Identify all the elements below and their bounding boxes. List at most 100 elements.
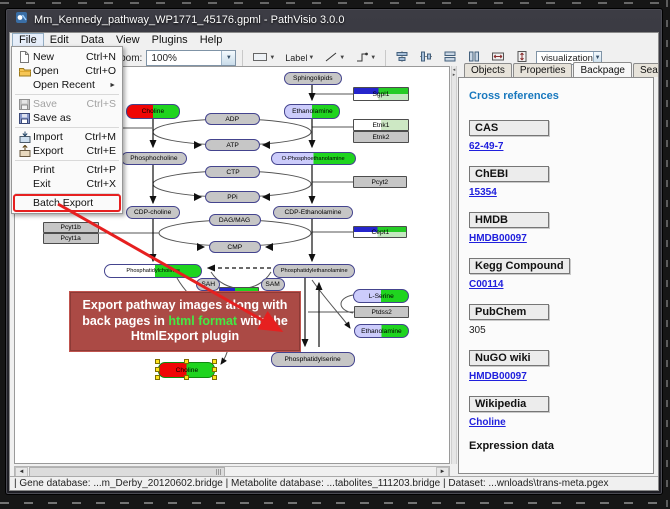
selection-handle[interactable] [184,359,189,364]
dropdown-arrow-icon[interactable]: ▼ [339,55,345,61]
stack-vertical-icon [443,50,457,66]
selection-handle[interactable] [184,375,189,380]
node-choline[interactable]: Choline [126,104,180,119]
xref-link[interactable]: HMDB00097 [469,371,527,382]
menubar-item-edit[interactable]: Edit [44,33,75,47]
node-atp[interactable]: ATP [205,139,260,151]
dropdown-arrow-icon[interactable]: ▼ [370,55,376,61]
menubar-item-help[interactable]: Help [194,33,229,47]
menu-item-label: Exit [33,178,51,190]
node-pcyt2[interactable]: Pcyt2 [353,176,407,188]
align-middle-button[interactable] [416,49,436,67]
node-cept1[interactable]: Cept1 [353,226,407,238]
menubar-item-file[interactable]: File [12,33,44,47]
menu-item-exit[interactable]: ExitCtrl+X [12,177,122,191]
menubar-item-view[interactable]: View [110,33,146,47]
splitter-expand-icon[interactable]: ▸ [453,73,456,78]
xref-header: NuGO wiki [469,350,549,366]
xref-link[interactable]: HMDB00097 [469,233,527,244]
tab-properties[interactable]: Properties [513,63,573,77]
menu-item-import[interactable]: ImportCtrl+M [12,130,122,144]
selection-handle[interactable] [212,359,217,364]
menu-item-save-as[interactable]: Save as [12,111,122,125]
panel-splitter[interactable]: ◂▸ [451,66,457,464]
connector-tool-button[interactable]: ▼ [352,49,379,67]
dropdown-arrow-icon[interactable]: ▼ [269,55,275,61]
node-adp[interactable]: ADP [205,113,260,125]
save-disabled-icon [16,99,33,110]
node-sah[interactable]: SAH [196,278,220,291]
tab-objects[interactable]: Objects [464,63,512,77]
menu-item-batch-export[interactable]: Batch Export [12,196,122,210]
selection-handle[interactable] [155,367,160,372]
tab-search[interactable]: Search [633,63,659,77]
menu-item-open[interactable]: OpenCtrl+O [12,64,122,78]
node-pcyt1b[interactable]: Pcyt1b [43,222,99,233]
dropdown-arrow-icon[interactable]: ▼ [221,51,235,65]
app-window: Mm_Kennedy_pathway_WP1771_45176.gpml - P… [5,8,663,495]
label-tool-text: Label [285,53,307,63]
menu-item-open-recent[interactable]: Open Recent► [12,78,122,92]
menubar-item-plugins[interactable]: Plugins [146,33,194,47]
dropdown-arrow-icon[interactable]: ▼ [308,55,314,61]
node-label: Pcyt2 [372,179,389,186]
selection-handle[interactable] [212,367,217,372]
node-etnk2[interactable]: Etnk2 [353,131,409,143]
node-ptdss2[interactable]: Ptdss2 [354,306,409,318]
node-dag-mag[interactable]: DAG/MAG [209,214,261,226]
node-cdp-choline[interactable]: CDP-choline [126,206,180,219]
node-label: PPi [227,194,237,201]
node-phosphatidylserine[interactable]: Phosphatidylserine [271,352,355,367]
tab-backpage[interactable]: Backpage [573,62,631,77]
node-phosphatidylcholines[interactable]: Phosphatidylcholines [104,264,202,278]
node-sgpl1[interactable]: Sgpl1 [353,87,409,101]
node-ethanolamine[interactable]: Ethanolamine [354,324,409,338]
menu-item-save[interactable]: SaveCtrl+S [12,97,122,111]
label-tool-button[interactable]: Label ▼ [282,49,317,67]
node-phosphocholine[interactable]: Phosphocholine [121,152,187,165]
menu-separator [15,193,119,194]
node-ethanolamine[interactable]: Ethanolamine [284,104,340,119]
node-etnk1[interactable]: Etnk1 [353,119,409,131]
node-cmp[interactable]: CMP [209,241,261,253]
menu-item-print[interactable]: PrintCtrl+P [12,163,122,177]
xref-link[interactable]: C00114 [469,279,503,290]
node-sphingolipids[interactable]: Sphingolipids [284,72,342,85]
node-cdp-ethanolamine[interactable]: CDP-Ethanolamine [273,206,353,219]
menu-item-new[interactable]: NewCtrl+N [12,50,122,64]
zoom-combobox[interactable]: 100% ▼ [146,50,236,66]
side-panel-tabs: ObjectsPropertiesBackpageSearchLegend [458,63,654,77]
selection-handle[interactable] [155,375,160,380]
xref-link[interactable]: 15354 [469,187,497,198]
node-label: Ptdss2 [371,309,391,316]
node-phosphatidylethanolamine[interactable]: Phosphatidylethanolamine [273,264,355,278]
line-tool-button[interactable]: ▼ [321,49,348,67]
xref-value: 305 [469,325,486,336]
node-label: CMP [228,244,243,251]
node-o-phosphoethanolamine[interactable]: O-Phosphoethanolamine [271,152,356,165]
xref-link[interactable]: Choline [469,417,506,428]
menu-item-label: Batch Export [33,197,93,209]
xref-link[interactable]: 62-49-7 [469,141,503,152]
menu-item-shortcut: Ctrl+S [79,98,116,110]
node-sam[interactable]: SAM [261,278,285,291]
menu-item-export[interactable]: ExportCtrl+E [12,144,122,158]
frame-edge-decoration [666,0,668,509]
title-bar: Mm_Kennedy_pathway_WP1771_45176.gpml - P… [6,9,662,31]
backpage-content: Cross references CAS62-49-7ChEBI15354HMD… [458,77,654,474]
selection-handle[interactable] [155,359,160,364]
node-label: Sgpl1 [372,91,389,98]
menu-item-shortcut: Ctrl+O [77,65,116,77]
node-pcyt1a[interactable]: Pcyt1a [43,233,99,244]
align-center-button[interactable] [392,49,412,67]
menubar-item-data[interactable]: Data [75,33,110,47]
submenu-arrow-icon: ► [109,82,116,89]
gene-product-tool-button[interactable]: ▼ [249,49,278,67]
new-document-icon [16,51,33,63]
export-icon [16,145,33,157]
expression-data-heading: Expression data [469,440,643,452]
node-ctp[interactable]: CTP [205,166,260,178]
node-ppi[interactable]: PPi [205,191,260,203]
node-l-serine[interactable]: L-Serine [353,289,409,303]
selection-handle[interactable] [212,375,217,380]
